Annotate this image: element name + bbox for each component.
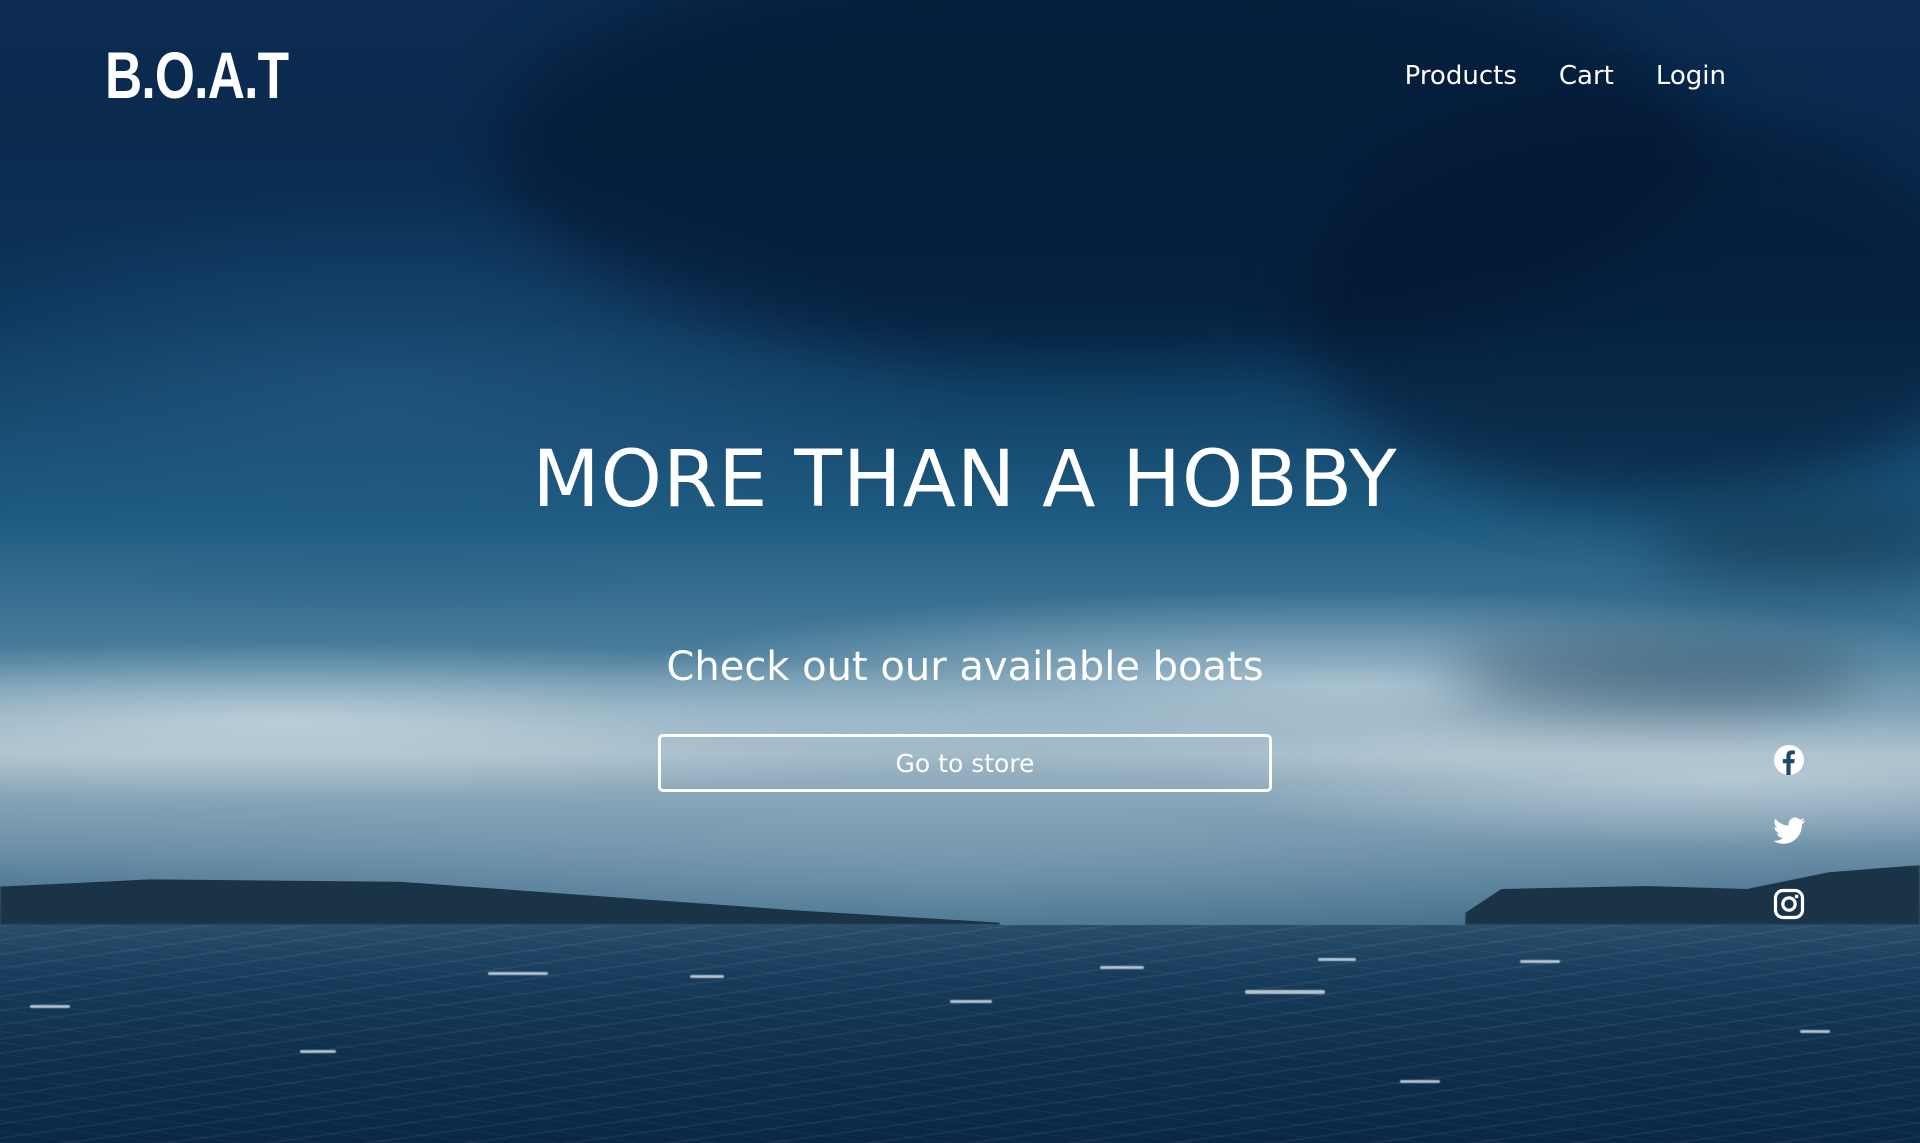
hero-section: B.O.A.T Products Cart Login MORE THAN A … bbox=[0, 0, 1920, 1143]
hero-headline: MORE THAN A HOBBY bbox=[532, 435, 1398, 525]
wave bbox=[1245, 990, 1325, 994]
twitter-link[interactable] bbox=[1772, 816, 1806, 848]
wave bbox=[1520, 960, 1560, 963]
nav-login-link[interactable]: Login bbox=[1656, 58, 1726, 94]
wave bbox=[950, 1000, 992, 1003]
brand-logo[interactable]: B.O.A.T bbox=[105, 40, 289, 110]
nav-products-link[interactable]: Products bbox=[1405, 58, 1517, 94]
twitter-icon bbox=[1773, 817, 1806, 844]
facebook-icon bbox=[1774, 745, 1804, 775]
nav-cart-link[interactable]: Cart bbox=[1559, 58, 1614, 94]
social-links bbox=[1772, 744, 1806, 920]
wave bbox=[30, 1005, 70, 1008]
facebook-link[interactable] bbox=[1772, 744, 1806, 776]
wave bbox=[1400, 1080, 1440, 1083]
wave bbox=[1800, 1030, 1830, 1033]
wave bbox=[1100, 966, 1144, 969]
go-to-store-button[interactable]: Go to store bbox=[658, 734, 1272, 792]
wave bbox=[690, 975, 724, 978]
wave bbox=[300, 1050, 336, 1053]
instagram-icon bbox=[1773, 888, 1805, 920]
wave bbox=[488, 972, 548, 975]
sea-background bbox=[0, 925, 1920, 1143]
wave bbox=[1318, 958, 1356, 961]
instagram-link[interactable] bbox=[1772, 888, 1806, 920]
main-nav: Products Cart Login bbox=[1405, 58, 1726, 94]
hero-subheadline: Check out our available boats bbox=[666, 644, 1264, 690]
